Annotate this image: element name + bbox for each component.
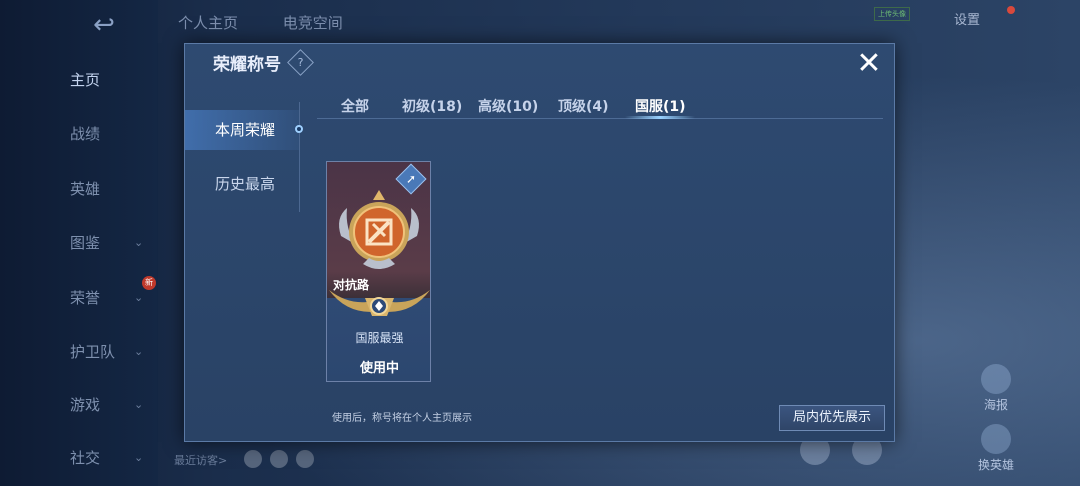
chevron-down-icon: ⌄ <box>134 345 144 358</box>
poster-button[interactable]: 海报 <box>976 364 1016 413</box>
close-button[interactable]: ✕ <box>854 49 884 80</box>
filter-tab-senior[interactable]: 高级(10) <box>478 96 538 116</box>
change-hero-button[interactable]: 换英雄 <box>976 424 1016 473</box>
priority-display-button[interactable]: 局内优先展示 <box>779 405 885 431</box>
hint-text: 使用后，称号将在个人主页展示 <box>332 413 472 424</box>
title-card[interactable]: ➚ 对抗路 国服最强 使用中 <box>326 161 431 382</box>
change-hero-icon <box>981 424 1011 454</box>
divider <box>317 118 883 119</box>
status-badge: 上传头像 <box>874 7 910 21</box>
divider <box>299 102 300 212</box>
help-icon[interactable]: ? <box>287 49 314 76</box>
filter-tab-national[interactable]: 国服(1) <box>635 96 686 116</box>
chevron-down-icon: ⌄ <box>134 236 144 249</box>
close-icon: ✕ <box>856 46 882 81</box>
honor-title-dialog: 荣耀称号 ? ✕ 本周荣耀 历史最高 全部 初级(18) 高级(10) 顶级(4… <box>184 43 895 442</box>
notification-dot <box>1007 6 1015 14</box>
nav-item-social[interactable]: 社交 ⌄ <box>70 443 154 473</box>
tab-profile[interactable]: 个人主页 <box>178 14 238 32</box>
nav-item-home[interactable]: 主页 <box>70 65 154 95</box>
left-nav: ↩ 主页 战绩 英雄 图鉴 ⌄ 荣誉 ⌄ 新 护卫队 ⌄ 游戏 ⌄ 社交 ⌄ <box>0 0 158 486</box>
tab-esports[interactable]: 电竞空间 <box>283 14 343 32</box>
title-name: 国服最强 <box>355 331 404 345</box>
dialog-title: 荣耀称号 <box>213 55 281 75</box>
avatar[interactable] <box>296 450 314 468</box>
honor-emblem-icon <box>339 190 419 269</box>
filter-tab-top[interactable]: 顶级(4) <box>558 96 609 116</box>
chevron-down-icon: ⌄ <box>134 291 144 304</box>
chevron-down-icon: ⌄ <box>134 451 144 464</box>
active-tab-indicator <box>625 116 695 119</box>
side-tab-this-week[interactable]: 本周荣耀 <box>185 110 299 150</box>
share-icon: ➚ <box>405 172 417 186</box>
nav-item-record[interactable]: 战绩 <box>70 119 154 149</box>
nav-item-honor[interactable]: 荣誉 ⌄ <box>70 283 154 313</box>
nav-item-guard[interactable]: 护卫队 ⌄ <box>70 337 154 367</box>
filter-tab-junior[interactable]: 初级(18) <box>402 96 462 116</box>
side-tab-history-best[interactable]: 历史最高 <box>185 164 299 204</box>
filter-tab-all[interactable]: 全部 <box>341 96 369 116</box>
avatar[interactable] <box>270 450 288 468</box>
selection-dot <box>295 125 303 133</box>
status-badge: 使用中 <box>359 361 399 376</box>
poster-icon <box>981 364 1011 394</box>
nav-item-heroes[interactable]: 英雄 <box>70 174 154 204</box>
back-button[interactable]: ↩ <box>82 12 126 38</box>
wings-icon <box>329 290 430 316</box>
new-badge: 新 <box>142 276 156 290</box>
recent-visitors-link[interactable]: 最近访客> <box>174 452 227 468</box>
chevron-down-icon: ⌄ <box>134 398 144 411</box>
nav-item-gallery[interactable]: 图鉴 ⌄ <box>70 228 154 258</box>
settings-button[interactable]: 设置 <box>954 9 980 28</box>
avatar[interactable] <box>244 450 262 468</box>
top-tabs: 个人主页 电竞空间 <box>178 12 383 33</box>
nav-item-games[interactable]: 游戏 ⌄ <box>70 390 154 420</box>
